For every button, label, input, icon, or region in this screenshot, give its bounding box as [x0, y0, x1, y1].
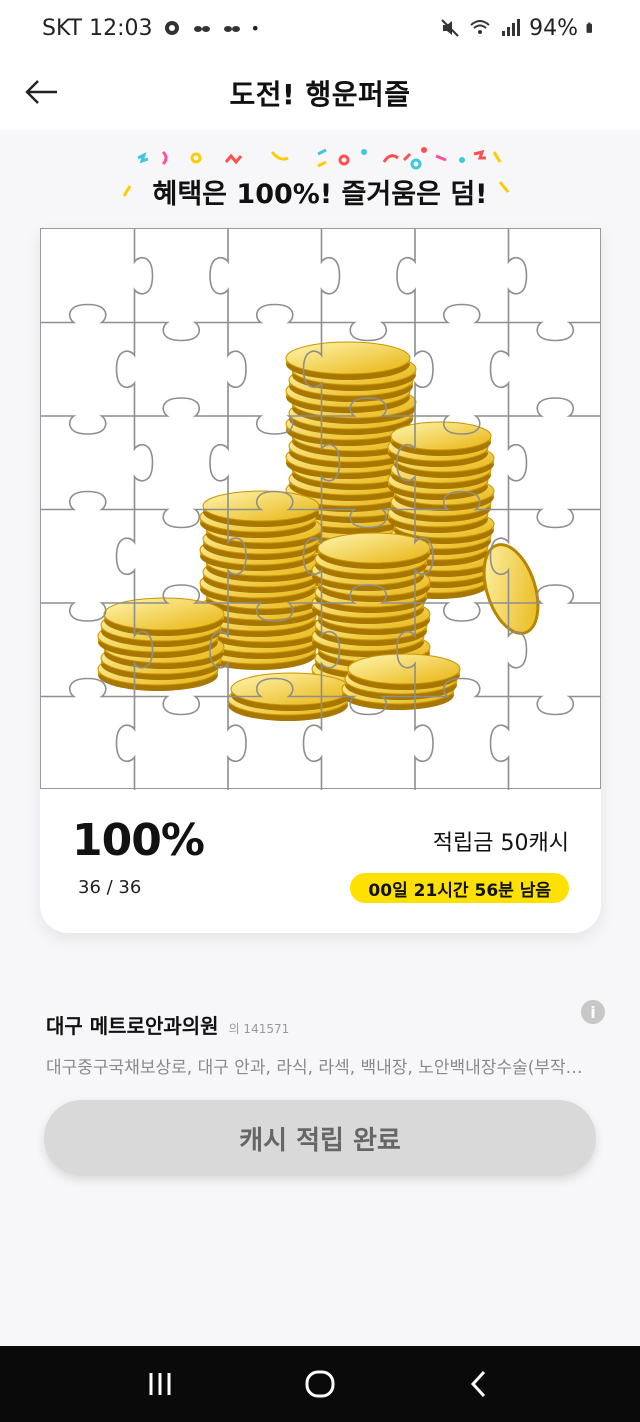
puzzle-card: 100% 36 / 36 적립금 50캐시 00일 21시간 56분 남음 [40, 228, 601, 933]
chevron-left-icon [470, 1370, 486, 1398]
banner: 혜택은 100%! 즐거움은 덤! [0, 147, 640, 230]
puzzle-image [41, 229, 601, 790]
reward-amount: 적립금 50캐시 [432, 831, 569, 856]
clinic-description: 대구중구국채보상로, 대구 안과, 라식, 라섹, 백내장, 노안백내장수술(부… [46, 1058, 594, 1078]
home-button[interactable] [290, 1354, 350, 1414]
banner-text-4: 덤! [450, 179, 488, 210]
page-title: 도전! 행운퍼즐 [229, 78, 411, 111]
app-notification-icon [223, 26, 240, 32]
recent-apps-icon [149, 1373, 171, 1395]
carrier-time: SKT 12:03 [42, 15, 153, 41]
more-notifications-dot: • [250, 18, 260, 38]
gear-notification-icon [164, 21, 179, 35]
battery-icon [586, 22, 592, 33]
piece-count: 36 / 36 [78, 877, 142, 898]
app-notification-icon [193, 26, 210, 32]
puzzle-board[interactable] [40, 228, 601, 790]
app-header: 도전! 행운퍼즐 [0, 56, 640, 130]
back-nav-button[interactable] [450, 1354, 510, 1414]
progress-panel: 100% 36 / 36 적립금 50캐시 00일 21시간 56분 남음 [40, 789, 601, 933]
system-nav-bar [0, 1346, 640, 1422]
mute-icon [441, 19, 459, 37]
banner-text-3: 즐거움은 [332, 179, 451, 210]
status-bar: SKT 12:03 • 94% [0, 0, 640, 56]
banner-text: 혜택은 100%! 즐거움은 덤! [0, 172, 640, 211]
signal-icon [502, 19, 521, 36]
banner-text-1: 혜택은 [152, 179, 237, 210]
clinic-name: 대구 메트로안과의원 [46, 1014, 219, 1038]
banner-text-2: 100%! [236, 179, 333, 210]
back-button[interactable] [20, 70, 64, 114]
clinic-info[interactable]: 대구 메트로안과의원 의 141571 대구중구국채보상로, 대구 안과, 라식… [46, 1010, 606, 1078]
progress-percent: 100% [72, 815, 205, 866]
home-icon [305, 1370, 335, 1398]
recent-apps-button[interactable] [130, 1354, 190, 1414]
clinic-registration: 의 141571 [228, 1022, 290, 1036]
battery-percent: 94% [529, 15, 578, 41]
timer-badge: 00일 21시간 56분 남음 [350, 873, 569, 903]
arrow-left-icon [25, 80, 57, 104]
wifi-icon [470, 20, 490, 34]
cash-complete-button[interactable]: 캐시 적립 완료 [44, 1100, 596, 1176]
